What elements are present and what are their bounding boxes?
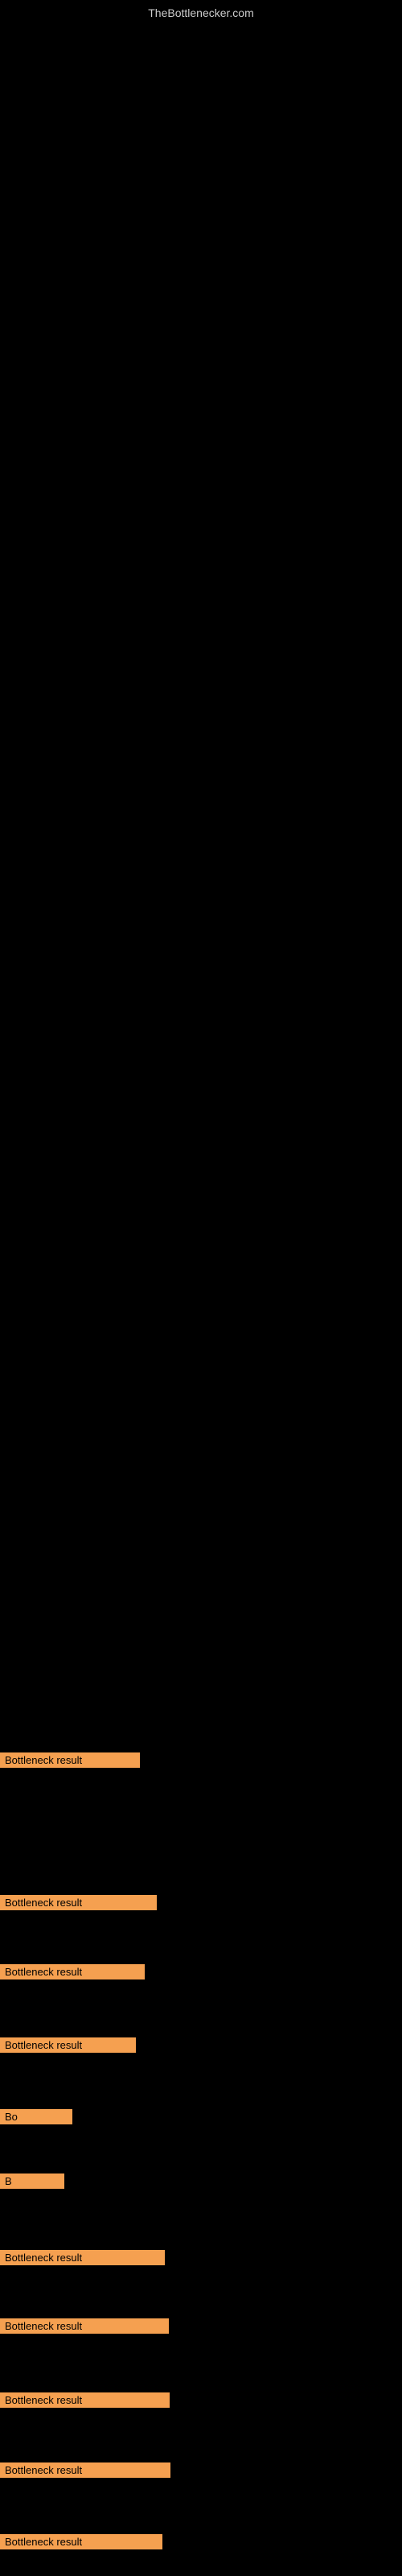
bottleneck-result-item: Bottleneck result xyxy=(0,2462,170,2478)
bottleneck-result-item: Bottleneck result xyxy=(0,2250,165,2265)
bottleneck-result-item: B xyxy=(0,2174,64,2189)
bottleneck-result-item: Bottleneck result xyxy=(0,2534,162,2549)
bottleneck-result-item: Bottleneck result xyxy=(0,2392,170,2408)
bottleneck-result-item: Bottleneck result xyxy=(0,1964,145,1979)
site-title: TheBottlenecker.com xyxy=(0,0,402,26)
bottleneck-result-item: Bottleneck result xyxy=(0,1895,157,1910)
bottleneck-result-item: Bo xyxy=(0,2109,72,2124)
bottleneck-result-item: Bottleneck result xyxy=(0,2037,136,2053)
bottleneck-result-item: Bottleneck result xyxy=(0,2318,169,2334)
bottleneck-result-item: Bottleneck result xyxy=(0,1752,140,1768)
